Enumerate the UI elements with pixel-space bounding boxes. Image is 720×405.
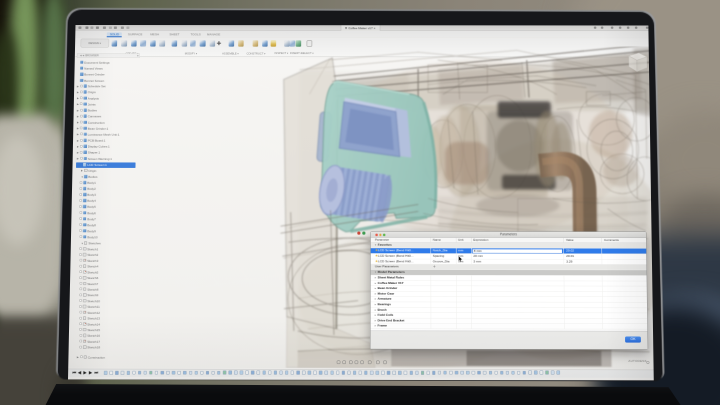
svg-text:⌂: ⌂ bbox=[624, 51, 627, 56]
